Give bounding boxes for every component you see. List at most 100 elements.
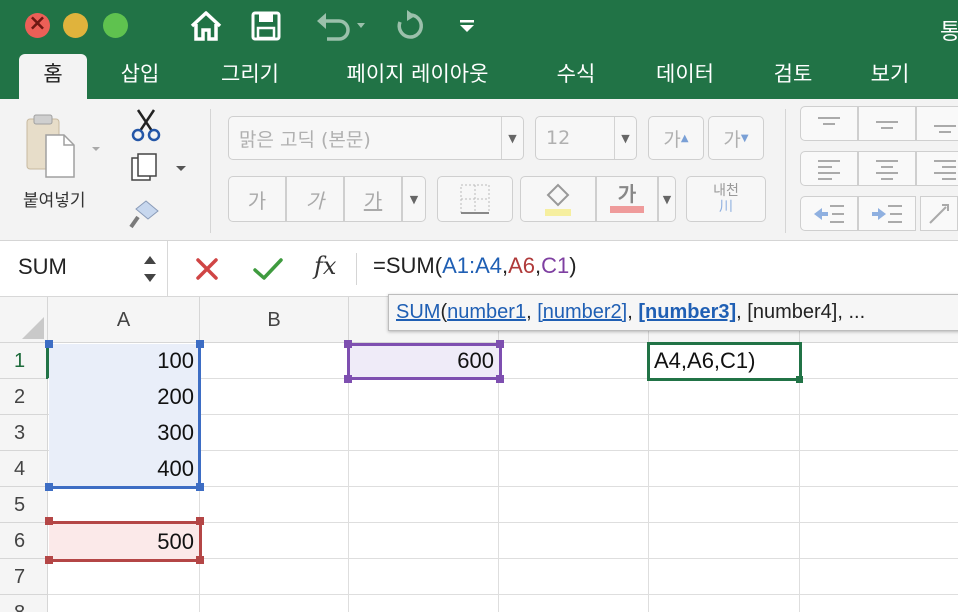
- home-icon[interactable]: [186, 6, 226, 46]
- range-handle[interactable]: [496, 375, 504, 383]
- orientation-button[interactable]: [920, 196, 958, 231]
- row-header-3[interactable]: 3: [0, 415, 48, 451]
- tooltip-arg-number3-current[interactable]: [number3]: [638, 301, 736, 323]
- tab-draw[interactable]: 그리기: [205, 54, 295, 99]
- font-color-button[interactable]: 가: [596, 176, 658, 222]
- increase-indent-button[interactable]: [858, 196, 916, 231]
- cell-a3[interactable]: 300: [60, 415, 194, 451]
- cancel-formula-icon[interactable]: [193, 255, 221, 287]
- bold-button[interactable]: 가: [228, 176, 286, 222]
- clipboard-icon: [26, 114, 100, 178]
- ribbon-tabs: 홈 삽입 그리기 페이지 레이아웃 수식 데이터 검토 보기: [0, 54, 958, 99]
- grow-font-button[interactable]: 가 ▲: [648, 116, 704, 160]
- phonetic-guide-sub: 川: [718, 199, 733, 215]
- italic-button[interactable]: 가: [286, 176, 344, 222]
- tab-page-layout[interactable]: 페이지 레이아웃: [325, 54, 510, 99]
- customize-quick-access-icon[interactable]: [456, 6, 478, 46]
- cut-icon[interactable]: [128, 107, 164, 147]
- range-handle[interactable]: [344, 340, 352, 348]
- redo-icon[interactable]: [392, 6, 428, 46]
- font-size-value: 12: [546, 127, 571, 149]
- fill-color-button[interactable]: [520, 176, 596, 222]
- cell-c1[interactable]: 600: [360, 343, 494, 379]
- font-name-dropdown[interactable]: 맑은 고딕 (본문) ▼: [228, 116, 524, 160]
- align-bottom-button[interactable]: [916, 106, 958, 141]
- align-middle-button[interactable]: [858, 106, 916, 141]
- tab-view[interactable]: 보기: [857, 54, 923, 99]
- range-handle[interactable]: [496, 340, 504, 348]
- format-painter-icon[interactable]: [128, 197, 164, 235]
- cell-a2[interactable]: 200: [60, 379, 194, 415]
- copy-icon[interactable]: [128, 152, 188, 192]
- tooltip-arg-number1[interactable]: number1: [447, 301, 526, 323]
- arrow-down-icon: ▼: [740, 132, 749, 144]
- tab-insert[interactable]: 삽입: [108, 54, 172, 99]
- tab-home[interactable]: 홈: [19, 54, 87, 99]
- window-title: 통: [940, 20, 958, 45]
- grow-font-label: 가: [663, 128, 681, 151]
- text-orientation-icon: [929, 203, 949, 224]
- phonetic-guide-button[interactable]: 내천 川: [686, 176, 766, 222]
- decrease-indent-button[interactable]: [800, 196, 858, 231]
- range-handle[interactable]: [196, 340, 204, 348]
- minimize-window-button[interactable]: [63, 13, 88, 38]
- undo-icon[interactable]: [310, 6, 370, 46]
- select-all-corner[interactable]: [0, 297, 48, 343]
- underline-options-chevron-icon[interactable]: ▼: [402, 176, 426, 222]
- name-box-stepper-icon[interactable]: [142, 252, 158, 286]
- range-handle[interactable]: [196, 483, 204, 491]
- row-header-6[interactable]: 6: [0, 523, 48, 559]
- font-color-swatch: [610, 206, 644, 213]
- phonetic-guide-label: 내천: [713, 183, 739, 199]
- formula-input[interactable]: =SUM(A1:A4,A6,C1): [373, 253, 577, 279]
- borders-button[interactable]: [437, 176, 513, 222]
- align-left-icon: [818, 159, 840, 180]
- range-handle[interactable]: [344, 375, 352, 383]
- row-header-1[interactable]: 1: [0, 343, 48, 379]
- row-header-2[interactable]: 2: [0, 379, 48, 415]
- shrink-font-button[interactable]: 가 ▼: [708, 116, 764, 160]
- select-all-triangle-icon: [22, 317, 44, 339]
- range-handle[interactable]: [45, 556, 53, 564]
- row-header-4[interactable]: 4: [0, 451, 48, 487]
- column-header-a[interactable]: A: [48, 297, 200, 343]
- tab-formulas[interactable]: 수식: [543, 54, 609, 99]
- name-box[interactable]: SUM: [0, 241, 168, 297]
- row-header-7[interactable]: 7: [0, 559, 48, 595]
- column-header-b[interactable]: B: [200, 297, 349, 343]
- insert-function-icon[interactable]: fx: [314, 252, 336, 280]
- row-header-8[interactable]: 8: [0, 595, 48, 612]
- worksheet-grid[interactable]: A B 1 2 3 4 5 6 7 8 100 200 300 400 500 …: [0, 297, 958, 612]
- save-icon[interactable]: [248, 6, 284, 46]
- close-window-button[interactable]: [25, 11, 50, 38]
- tab-review[interactable]: 검토: [760, 54, 826, 99]
- range-handle[interactable]: [196, 556, 204, 564]
- confirm-formula-icon[interactable]: [252, 255, 284, 287]
- align-center-button[interactable]: [858, 151, 916, 186]
- range-handle[interactable]: [45, 517, 53, 525]
- font-name-value: 맑은 고딕 (본문): [239, 128, 371, 151]
- cell-a1[interactable]: 100: [60, 343, 194, 379]
- tab-data[interactable]: 데이터: [641, 54, 729, 99]
- row-header-5[interactable]: 5: [0, 487, 48, 523]
- underline-button[interactable]: 가: [344, 176, 402, 222]
- align-top-button[interactable]: [800, 106, 858, 141]
- font-size-dropdown[interactable]: 12 ▼: [535, 116, 637, 160]
- formula-ref-c1: C1: [541, 253, 570, 278]
- cell-a4[interactable]: 400: [60, 451, 194, 487]
- align-center-icon: [876, 159, 898, 180]
- align-right-button[interactable]: [916, 151, 958, 186]
- cell-e1-editing[interactable]: A4,A6,C1): [654, 343, 794, 379]
- align-left-button[interactable]: [800, 151, 858, 186]
- range-handle[interactable]: [196, 517, 204, 525]
- range-handle[interactable]: [45, 340, 53, 348]
- align-top-icon: [818, 116, 840, 125]
- cell-a6[interactable]: 500: [60, 524, 194, 560]
- fill-handle[interactable]: [796, 376, 803, 383]
- range-handle[interactable]: [45, 483, 53, 491]
- tooltip-function-link[interactable]: SUM: [396, 301, 440, 323]
- zoom-window-button[interactable]: [103, 13, 128, 38]
- fill-bucket-icon: [545, 183, 571, 216]
- tooltip-arg-number2[interactable]: [number2]: [537, 301, 627, 323]
- font-color-chevron-icon[interactable]: ▼: [658, 176, 676, 222]
